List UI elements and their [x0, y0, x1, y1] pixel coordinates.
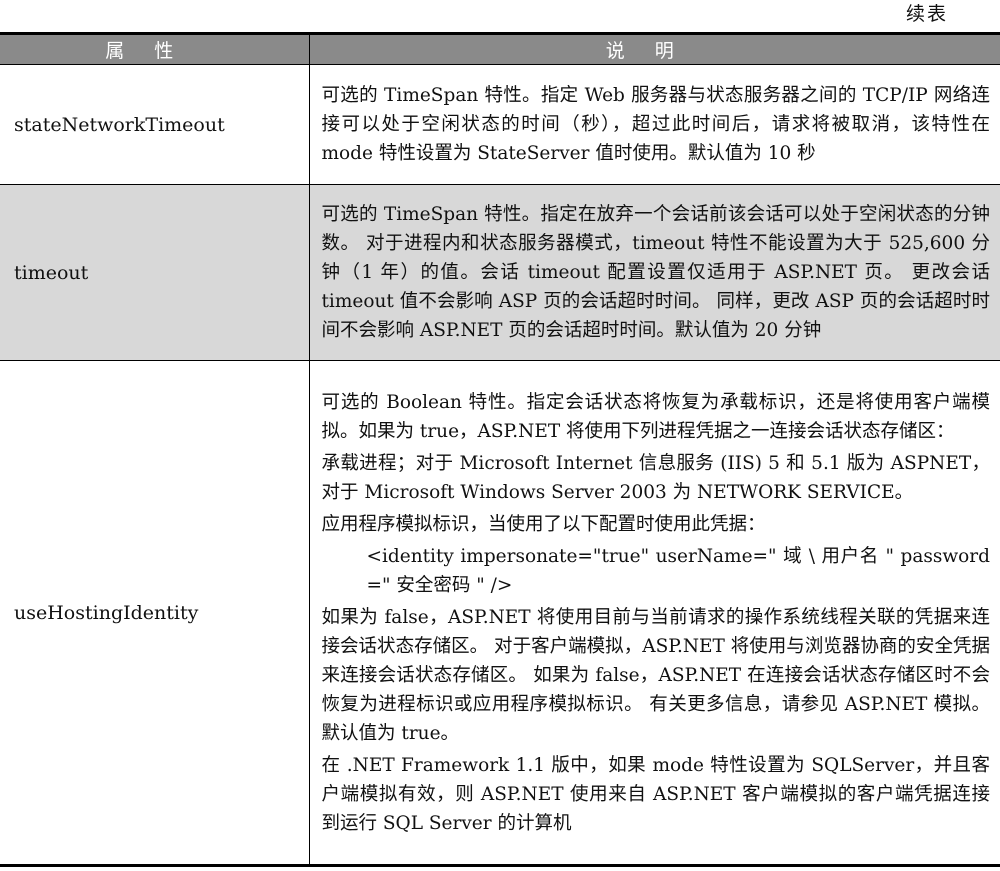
- description-paragraph: 应用程序模拟标识，当使用了以下配置时使用此凭据：: [321, 513, 766, 535]
- continued-table-label: 续表: [905, 3, 948, 25]
- column-header-attribute: 属性: [0, 33, 309, 65]
- column-header-description: 说明: [308, 33, 1000, 65]
- attribute-description: 可选的 TimeSpan 特性。指定 Web 服务器与状态服务器之间的 TCP/…: [309, 64, 1000, 185]
- attribute-name: timeout: [0, 184, 310, 361]
- table-row-timeout: timeout 可选的 TimeSpan 特性。指定在放弃一个会话前该会话可以处…: [0, 184, 1000, 361]
- table-row-useHostingIdentity: useHostingIdentity 可选的 Boolean 特性。指定会话状态…: [0, 360, 1000, 866]
- attribute-name: useHostingIdentity: [0, 360, 310, 866]
- attribute-name: stateNetworkTimeout: [0, 64, 310, 185]
- description-paragraph: 可选的 Boolean 特性。指定会话状态将恢复为承载标识，还是将使用客户端模拟…: [321, 391, 991, 442]
- attribute-table: 属性 说明 stateNetworkTimeout 可选的 TimeSpan 特…: [0, 32, 1000, 867]
- table-row-stateNetworkTimeout: stateNetworkTimeout 可选的 TimeSpan 特性。指定 W…: [0, 64, 1000, 185]
- attribute-description: 可选的 TimeSpan 特性。指定在放弃一个会话前该会话可以处于空闲状态的分钟…: [309, 184, 1000, 361]
- description-paragraph: 在 .NET Framework 1.1 版中，如果 mode 特性设置为 SQ…: [321, 754, 991, 834]
- attribute-description: 可选的 Boolean 特性。指定会话状态将恢复为承载标识，还是将使用客户端模拟…: [309, 361, 1000, 866]
- description-paragraph: 可选的 TimeSpan 特性。指定 Web 服务器与状态服务器之间的 TCP/…: [321, 85, 991, 164]
- description-paragraph: 可选的 TimeSpan 特性。指定在放弃一个会话前该会话可以处于空闲状态的分钟…: [321, 204, 991, 341]
- config-code-snippet: <identity impersonate="true" userName=" …: [366, 545, 991, 596]
- description-paragraph: 如果为 false，ASP.NET 将使用目前与当前请求的操作系统线程关联的凭据…: [321, 606, 991, 744]
- table-header-row: 属性 说明: [0, 33, 1000, 65]
- description-paragraph: 承载进程；对于 Microsoft Internet 信息服务 (IIS) 5 …: [321, 452, 991, 503]
